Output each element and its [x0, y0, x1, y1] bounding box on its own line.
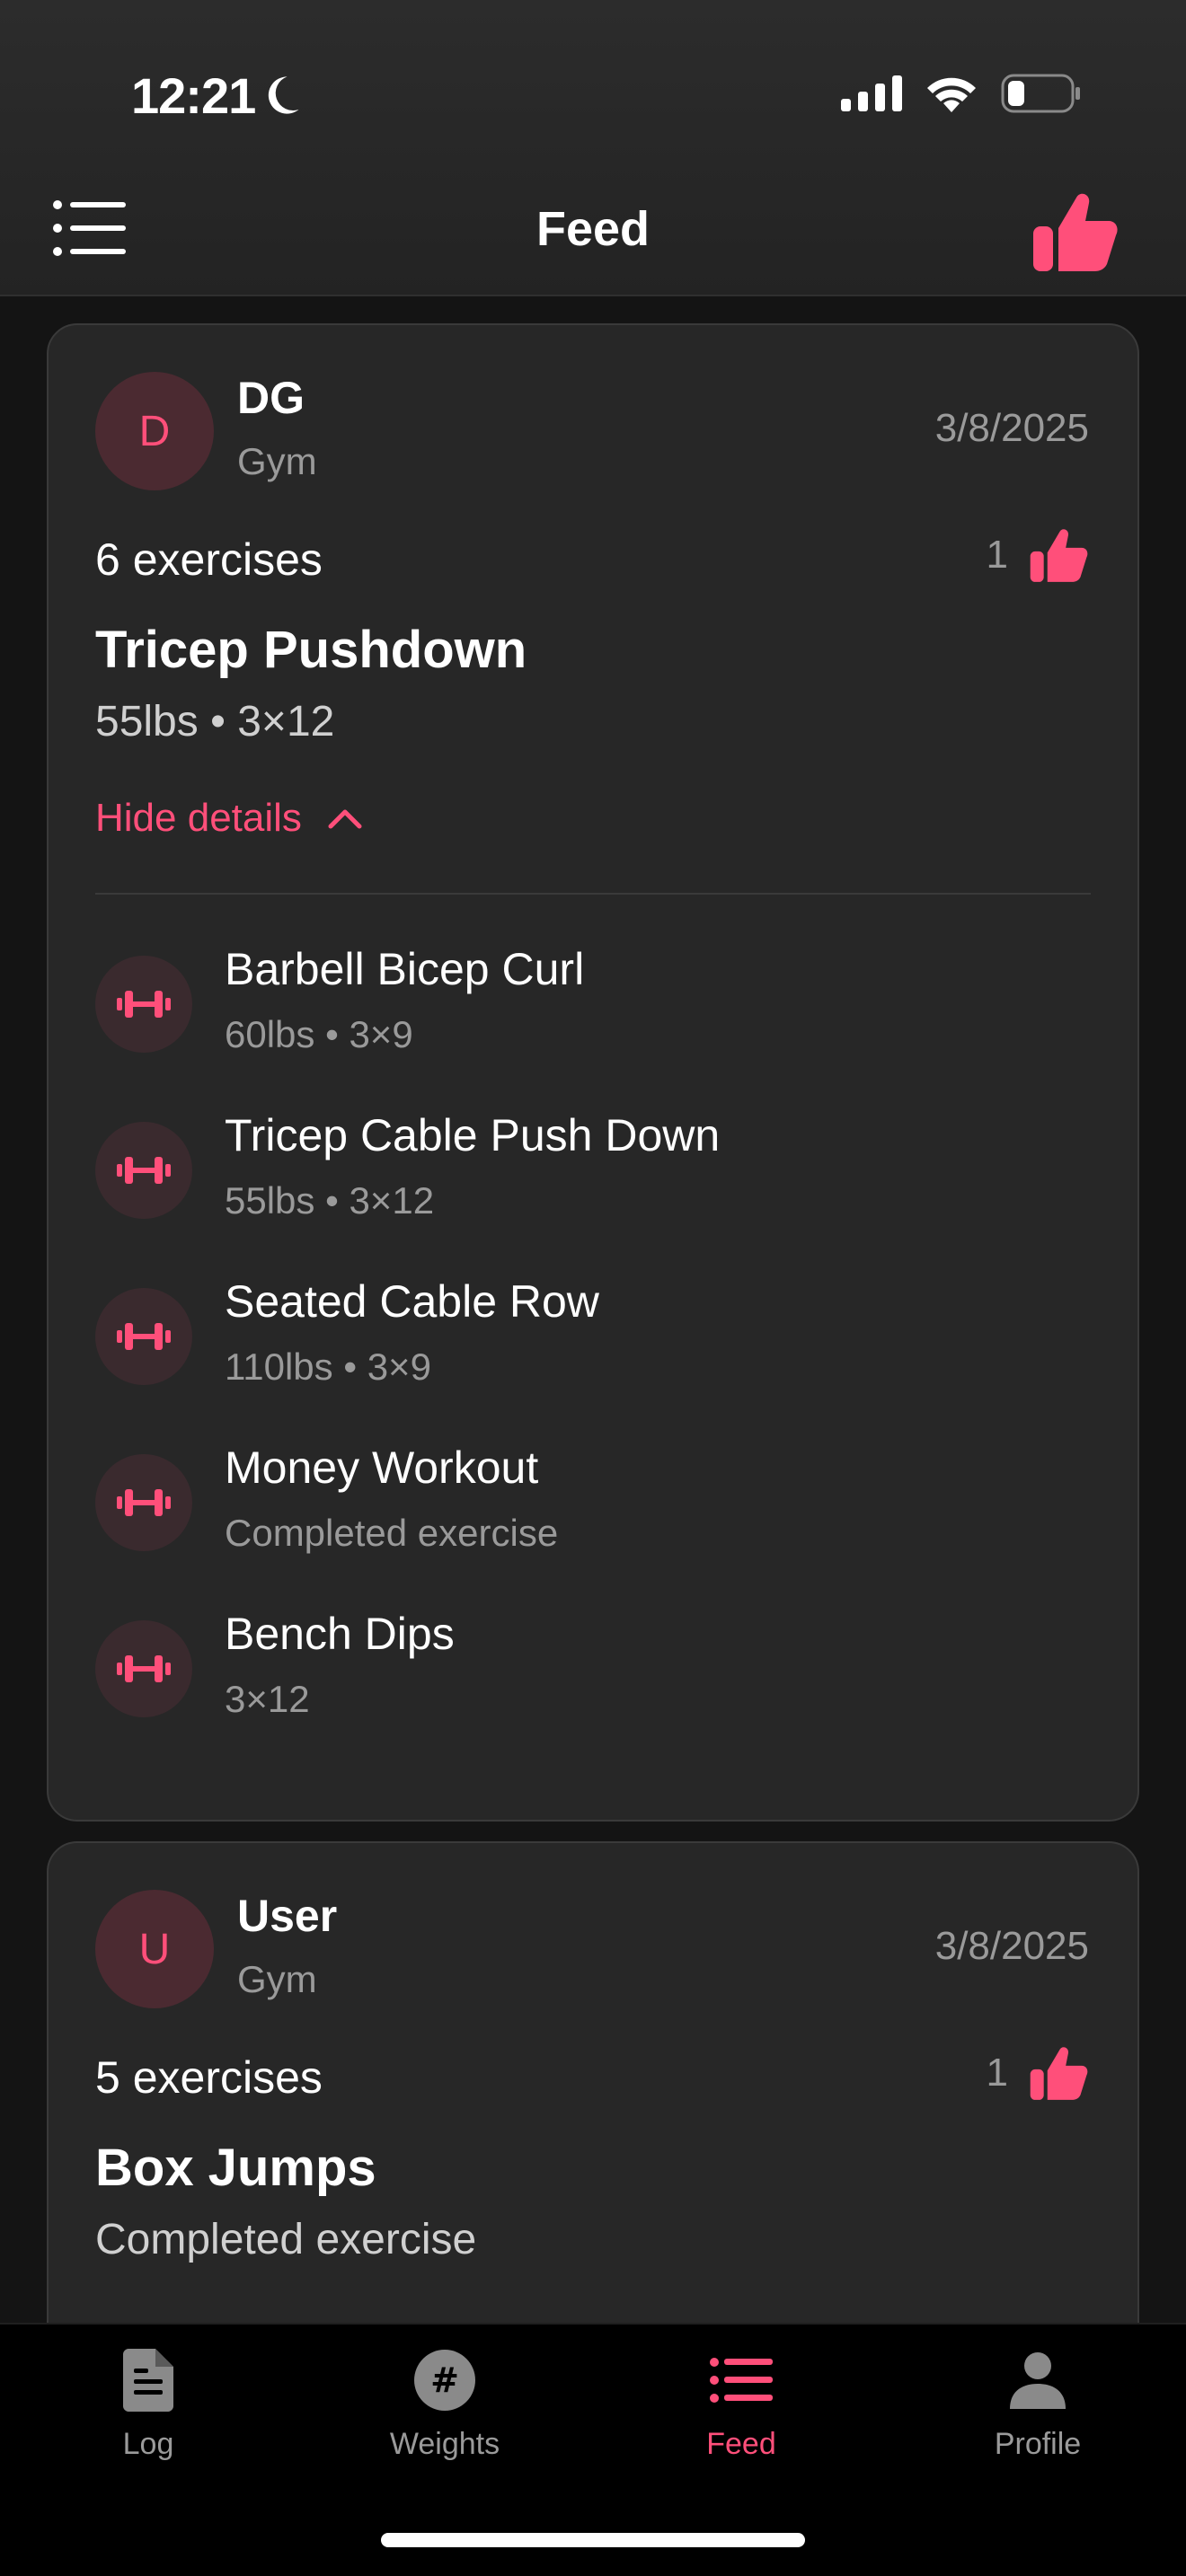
main-exercise-name: Tricep Pushdown: [95, 621, 527, 679]
workout-location: Gym: [237, 440, 317, 482]
divider: [95, 893, 1091, 895]
list-item: Seated Cable Row 110lbs • 3×9: [95, 1268, 1091, 1434]
person-icon: [1002, 2344, 1074, 2416]
exercise-meta: Completed exercise: [225, 1512, 559, 1554]
tab-profile[interactable]: Profile: [890, 2344, 1186, 2506]
tab-label: Feed: [706, 2427, 776, 2461]
tab-label: Log: [122, 2427, 174, 2461]
thumbs-up-icon: [1030, 2047, 1088, 2100]
thumbs-up-icon: [1030, 529, 1088, 582]
avatar: D: [95, 372, 214, 490]
document-icon: [112, 2344, 184, 2416]
like-count: 1: [986, 2051, 1008, 2095]
hide-details-label: Hide details: [95, 796, 302, 840]
exercise-name: Barbell Bicep Curl: [225, 944, 585, 994]
main-exercise-name: Box Jumps: [95, 2139, 376, 2197]
feed-list[interactable]: D DG Gym 3/8/2025 6 exercises 1 Tricep P…: [0, 296, 1186, 2323]
list-item: Tricep Cable Push Down 55lbs • 3×12: [95, 1102, 1091, 1268]
exercise-list: Barbell Bicep Curl 60lbs • 3×9 Tricep Ca…: [95, 936, 1091, 1767]
main-exercise-meta: Completed exercise: [95, 2216, 477, 2263]
post-date: 3/8/2025: [934, 406, 1089, 450]
list-item: Barbell Bicep Curl 60lbs • 3×9: [95, 936, 1091, 1102]
avatar: U: [95, 1890, 214, 2008]
feed-card: D DG Gym 3/8/2025 6 exercises 1 Tricep P…: [47, 323, 1139, 1822]
status-time: 12:21: [131, 67, 256, 124]
exercise-count: 5 exercises: [95, 2052, 323, 2103]
exercise-meta: 55lbs • 3×12: [225, 1179, 435, 1222]
exercise-name: Tricep Cable Push Down: [225, 1110, 721, 1160]
list-icon: [705, 2344, 777, 2416]
hash-icon: #: [409, 2344, 481, 2416]
tab-label: Weights: [389, 2427, 500, 2461]
exercise-meta: 60lbs • 3×9: [225, 1013, 413, 1055]
post-date: 3/8/2025: [934, 1924, 1089, 1968]
wifi-icon: [927, 77, 976, 112]
like-count: 1: [986, 533, 1008, 577]
main-exercise-meta: 55lbs • 3×12: [95, 698, 335, 745]
tab-label: Profile: [994, 2427, 1082, 2461]
cellular-signal-icon: [841, 75, 902, 111]
exercise-name: Money Workout: [225, 1442, 539, 1493]
workout-location: Gym: [237, 1958, 317, 2000]
list-item: Bench Dips 3×12: [95, 1601, 1091, 1767]
page-title: Feed: [535, 202, 651, 256]
user-name: DG: [237, 373, 305, 423]
list-item: Money Workout Completed exercise: [95, 1434, 1091, 1601]
tab-feed[interactable]: Feed: [593, 2344, 890, 2506]
exercise-meta: 3×12: [225, 1678, 310, 1720]
dumbbell-icon: [95, 1454, 192, 1551]
app-screen: 12:21 Feed D DG Gym 3/8/2025 6 exercises…: [0, 0, 1186, 2576]
moon-icon: [268, 76, 299, 114]
status-icons: [841, 74, 1082, 113]
battery-icon: [1001, 74, 1080, 113]
chevron-up-icon: [328, 809, 362, 829]
thumbs-up-icon[interactable]: [1030, 187, 1120, 277]
feed-card: U User Gym 3/8/2025 5 exercises 1 Box Ju…: [47, 1841, 1139, 2323]
tab-log[interactable]: Log: [0, 2344, 296, 2506]
dumbbell-icon: [95, 956, 192, 1053]
svg-text:#: #: [430, 2360, 459, 2400]
like-button[interactable]: 1: [987, 2042, 1089, 2104]
tab-weights[interactable]: # Weights: [296, 2344, 593, 2506]
home-indicator[interactable]: [381, 2533, 805, 2547]
dumbbell-icon: [95, 1288, 192, 1385]
like-button[interactable]: 1: [987, 525, 1089, 586]
dumbbell-icon: [95, 1620, 192, 1717]
dumbbell-icon: [95, 1122, 192, 1219]
exercise-count: 6 exercises: [95, 534, 323, 585]
exercise-name: Bench Dips: [225, 1609, 455, 1659]
header: 12:21 Feed: [0, 0, 1186, 296]
exercise-meta: 110lbs • 3×9: [225, 1345, 431, 1388]
user-name: User: [237, 1891, 338, 1941]
exercise-name: Seated Cable Row: [225, 1276, 599, 1327]
hide-details-button[interactable]: Hide details: [95, 796, 363, 841]
